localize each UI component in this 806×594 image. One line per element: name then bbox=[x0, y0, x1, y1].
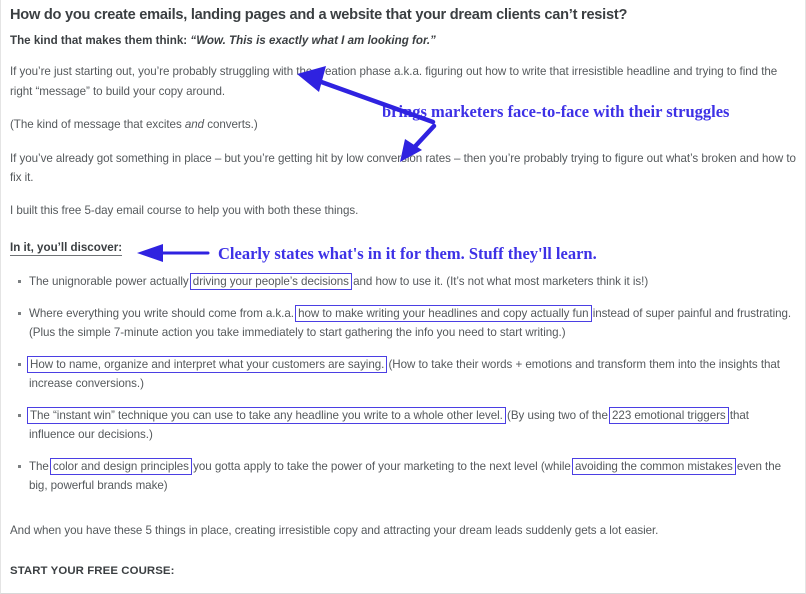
paragraph-excites-post: converts.) bbox=[204, 118, 258, 131]
list-item: Where everything you write should come f… bbox=[10, 304, 796, 343]
paragraph-excites-emphasis: and bbox=[184, 118, 205, 131]
benefits-list: The unignorable power actually driving y… bbox=[10, 256, 796, 496]
subheadline-lead: The kind that makes them think: bbox=[10, 34, 191, 47]
bullet-text-pre: Where everything you write should come f… bbox=[29, 306, 298, 320]
page-headline: How do you create emails, landing pages … bbox=[10, 7, 628, 23]
list-item: The “instant win” technique you can use … bbox=[10, 406, 796, 445]
cta-heading: START YOUR FREE COURSE: bbox=[10, 564, 175, 577]
highlight-box: color and design principles bbox=[50, 457, 192, 475]
highlight-box: how to make writing your headlines and c… bbox=[295, 304, 592, 322]
paragraph-excites-pre: (The kind of message that excites bbox=[10, 118, 185, 131]
highlight-box-secondary: 223 emotional triggers bbox=[609, 406, 729, 424]
bullet-text-mid: (By using two of the bbox=[503, 408, 612, 422]
bullet-text-pre: The unignorable power actually bbox=[29, 275, 192, 288]
paragraph-course: I built this free 5-day email course to … bbox=[10, 203, 359, 217]
discover-heading-label: In it, you’ll discover: bbox=[10, 241, 123, 256]
article-content: How do you create emails, landing pages … bbox=[1, 0, 805, 577]
paragraph-conversion: If you’ve already got something in place… bbox=[10, 151, 796, 185]
list-item: How to name, organize and interpret what… bbox=[10, 355, 796, 394]
paragraph-struggle: If you’re just starting out, you’re prob… bbox=[10, 65, 778, 98]
paragraph-excites: (The kind of message that excites and co… bbox=[10, 101, 796, 135]
subheadline-quote: “Wow. This is exactly what I am looking … bbox=[190, 34, 436, 47]
highlight-box: How to name, organize and interpret what… bbox=[26, 355, 388, 373]
highlight-box: The “instant win” technique you can use … bbox=[27, 406, 506, 424]
highlight-box: driving your people’s decisions bbox=[189, 273, 352, 290]
discover-heading: In it, you’ll discover: bbox=[10, 220, 796, 256]
highlight-box-secondary: avoiding the common mistakes bbox=[572, 457, 736, 475]
page-subheadline: The kind that makes them think: “Wow. Th… bbox=[10, 24, 796, 48]
list-item: The color and design principles you gott… bbox=[10, 457, 796, 496]
paragraph-outro: And when you have these 5 things in plac… bbox=[10, 523, 659, 537]
screenshot-page: How do you create emails, landing pages … bbox=[0, 0, 806, 594]
list-item: The unignorable power actually driving y… bbox=[10, 272, 796, 292]
bullet-text-pre: The bbox=[29, 459, 52, 473]
bullet-text-post: and how to use it. (It’s not what most m… bbox=[349, 275, 649, 288]
bullet-text-mid: you gotta apply to take the power of you… bbox=[189, 459, 574, 473]
